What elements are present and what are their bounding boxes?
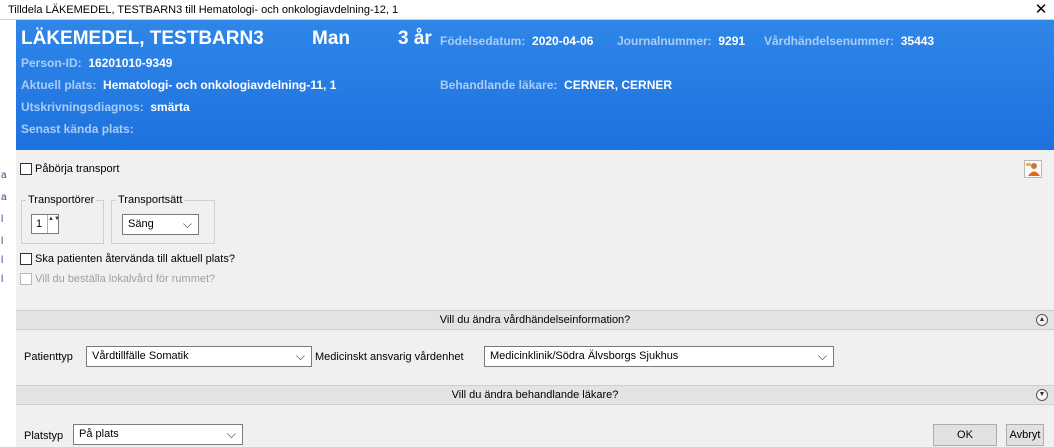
diagnosis-value: smärta (150, 100, 190, 114)
transporters-spinner[interactable]: 1 ▲▼ (31, 214, 60, 234)
collapse-icon[interactable]: ▲ (1036, 314, 1048, 326)
background-text-fragment: l (1, 214, 4, 225)
patient-sex: Man (312, 28, 350, 49)
assign-dialog: LÄKEMEDEL, TESTBARN3 Man 3 år Födelsedat… (16, 20, 1054, 447)
person-id-value: 16201010-9349 (88, 56, 173, 70)
last-place-label: Senast kända plats: (21, 122, 134, 136)
checkbox-box[interactable] (20, 163, 32, 175)
background-text-fragment: a (1, 192, 7, 203)
event-number-field: Vårdhändelsenummer: 35443 (764, 34, 934, 48)
patient-type-select[interactable]: Vårdtillfälle Somatik ⌵ (86, 346, 312, 367)
patient-type-label: Patienttyp (24, 351, 73, 363)
event-info-section-header[interactable]: Vill du ändra vårdhändelseinformation? ▲ (16, 310, 1054, 330)
unit-select[interactable]: Medicinklinik/Södra Älvsborgs Sjukhus ⌵ (484, 346, 834, 367)
cancel-button[interactable]: Avbryt (1006, 424, 1044, 446)
chevron-down-icon: ⌵ (295, 349, 305, 363)
return-checkbox[interactable]: Ska patienten återvända till aktuell pla… (20, 253, 235, 265)
event-number-value: 35443 (900, 34, 935, 48)
current-place-field: Aktuell plats: Hematologi- och onkologia… (21, 78, 336, 92)
physician-change-section-header[interactable]: Vill du ändra behandlande läkare? ▼ (16, 385, 1054, 405)
place-type-select[interactable]: På plats ⌵ (73, 424, 243, 445)
physician-field: Behandlande läkare: CERNER, CERNER (440, 78, 672, 92)
transport-mode-value: Säng (128, 218, 154, 230)
place-type-value: På plats (79, 428, 119, 440)
patient-age: 3 år (398, 28, 432, 49)
background-text-fragment: l (1, 274, 4, 285)
person-id-field: Person-ID: 16201010-9349 (21, 56, 172, 70)
journal-label: Journalnummer: (617, 34, 712, 48)
chevron-down-icon: ⌵ (817, 349, 827, 363)
start-transport-checkbox[interactable]: Påbörja transport (20, 163, 119, 175)
spin-arrows-icon[interactable]: ▲▼ (47, 215, 60, 233)
diagnosis-field: Utskrivningsdiagnos: smärta (21, 100, 190, 114)
diagnosis-label: Utskrivningsdiagnos: (21, 100, 144, 114)
transporters-group: Transportörer 1 ▲▼ (21, 194, 104, 244)
background-text-fragment: l (1, 255, 4, 266)
event-number-label: Vårdhändelsenummer: (764, 34, 895, 48)
background-text-fragment: l (1, 236, 4, 247)
event-info-section-title: Vill du ändra vårdhändelseinformation? (439, 314, 631, 326)
birthdate-field: Födelsedatum: 2020-04-06 (440, 34, 593, 48)
cleaning-label: Vill du beställa lokalvård för rummet? (35, 273, 216, 285)
transporters-label: Transportörer (26, 194, 97, 206)
return-label: Ska patienten återvända till aktuell pla… (35, 253, 235, 265)
transport-mode-label: Transportsätt (116, 194, 185, 206)
transporters-value: 1 (36, 218, 43, 230)
unit-value: Medicinklinik/Södra Älvsborgs Sjukhus (490, 350, 679, 362)
birthdate-label: Födelsedatum: (440, 34, 526, 48)
chevron-down-icon: ⌵ (226, 427, 236, 441)
transport-mode-group: Transportsätt Säng ⌵ (111, 194, 215, 244)
expand-icon[interactable]: ▼ (1036, 389, 1048, 401)
physician-label: Behandlande läkare: (440, 78, 558, 92)
background-text-fragment: a (1, 170, 7, 181)
transport-mode-select[interactable]: Säng ⌵ (122, 214, 199, 235)
place-type-label: Platstyp (24, 430, 64, 442)
start-transport-label: Påbörja transport (35, 163, 120, 175)
birthdate-value: 2020-04-06 (532, 34, 594, 48)
last-place-field: Senast kända plats: (21, 122, 134, 136)
physician-change-section-title: Vill du ändra behandlande läkare? (451, 389, 619, 401)
checkbox-box[interactable] (20, 253, 32, 265)
patient-banner: LÄKEMEDEL, TESTBARN3 Man 3 år Födelsedat… (16, 20, 1054, 150)
journal-field: Journalnummer: 9291 (617, 34, 745, 48)
chevron-down-icon: ⌵ (182, 217, 192, 231)
close-icon[interactable]: ✕ (1032, 0, 1050, 20)
person-id-label: Person-ID: (21, 56, 82, 70)
window-title: Tilldela LÄKEMEDEL, TESTBARN3 till Hemat… (8, 4, 399, 16)
patient-type-value: Vårdtillfälle Somatik (92, 350, 189, 362)
ok-button[interactable]: OK (933, 424, 997, 446)
background-window-strip: a a l l l l (0, 20, 16, 447)
physician-value: CERNER, CERNER (564, 78, 673, 92)
patient-name: LÄKEMEDEL, TESTBARN3 (21, 28, 264, 49)
journal-value: 9291 (718, 34, 746, 48)
current-place-value: Hematologi- och onkologiavdelning-11, 1 (103, 78, 337, 92)
checkbox-box (20, 273, 32, 285)
current-place-label: Aktuell plats: (21, 78, 97, 92)
person-icon[interactable] (1024, 160, 1042, 178)
cleaning-checkbox: Vill du beställa lokalvård för rummet? (20, 273, 215, 285)
unit-label: Medicinskt ansvarig vårdenhet (315, 351, 464, 363)
window-titlebar: Tilldela LÄKEMEDEL, TESTBARN3 till Hemat… (0, 0, 1054, 20)
